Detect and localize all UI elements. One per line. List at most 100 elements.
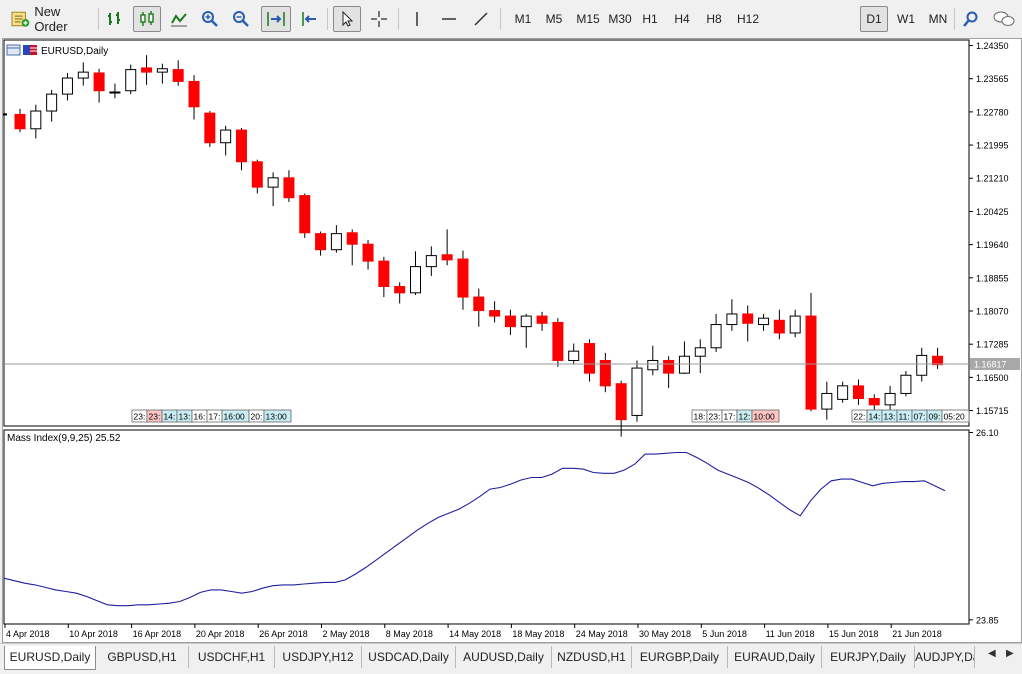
tab-usdjpy-h12[interactable]: USDJPY,H12 [275, 646, 362, 668]
candle [330, 225, 342, 253]
timeframe-m30-button[interactable]: M30 [604, 6, 636, 32]
crosshair-tool-button[interactable] [365, 6, 393, 32]
tab-audusd-daily[interactable]: AUDUSD,Daily [456, 646, 552, 668]
event-marker[interactable]: 17: [721, 409, 738, 423]
chart-shift-button[interactable] [295, 6, 323, 32]
chart-shift-icon [302, 12, 316, 26]
toolbar-separator [500, 8, 501, 30]
time-axis-label: 8 May 2018 [386, 629, 433, 639]
zoom-out-button[interactable] [228, 6, 254, 32]
tab-scroll-right-icon[interactable]: ▶ [1006, 648, 1014, 659]
candle-body [552, 321, 564, 361]
tab-scroll-left-icon[interactable]: ◀ [988, 648, 996, 659]
event-marker[interactable]: 20: [248, 409, 265, 423]
mass-index-line [3, 451, 946, 607]
tab-audjpy-daily[interactable]: AUDJPY,Daily [915, 646, 975, 668]
search-button[interactable] [958, 6, 984, 32]
eu-us-flag-icon [23, 45, 37, 55]
timeframe-mn-button[interactable]: MN [924, 6, 952, 32]
event-marker[interactable]: 23: [706, 409, 723, 423]
event-marker[interactable]: 16: [191, 409, 208, 423]
vertical-line-button[interactable] [404, 6, 430, 32]
timeframe-h1-button[interactable]: H1 [636, 6, 664, 32]
chart-canvas[interactable]: 1.24350 1.23565 1.22780 1.21995 1.21210 1.204… [3, 39, 1021, 642]
time-axis-label: 5 Jun 2018 [702, 629, 747, 639]
candle [220, 125, 232, 156]
price-axis-label: 1.16500 [976, 373, 1009, 383]
trendline-button[interactable] [468, 6, 494, 32]
auto-scroll-button[interactable] [261, 6, 291, 32]
event-marker-label: 17: [209, 412, 221, 422]
timeframe-m15-button[interactable]: M15 [572, 6, 604, 32]
candle [852, 379, 864, 405]
trendline-icon [474, 12, 488, 26]
tab-usdchf-h1[interactable]: USDCHF,H1 [189, 646, 275, 668]
event-marker[interactable]: 12: [736, 409, 753, 423]
timeframe-m5-button[interactable]: M5 [540, 6, 568, 32]
candle-body [330, 233, 342, 251]
event-marker[interactable]: 05:20 [941, 409, 970, 423]
candle [46, 89, 58, 122]
candle-body [30, 110, 42, 130]
candle-body [821, 392, 833, 410]
price-axis-label: 1.19640 [976, 240, 1009, 250]
candle-body [489, 310, 501, 317]
time-axis-label: 24 May 2018 [576, 629, 628, 639]
event-marker-label: 07: [914, 412, 926, 422]
timeframe-m1-button[interactable]: M1 [509, 6, 537, 32]
event-marker[interactable]: 11: [896, 409, 913, 423]
cursor-tool-button[interactable] [333, 6, 361, 32]
candle [568, 343, 580, 365]
tab-nzdusd-h1[interactable]: NZDUSD,H1 [552, 646, 632, 668]
candle [125, 64, 137, 95]
chart-window[interactable]: 1.24350 1.23565 1.22780 1.21995 1.21210 1.204… [2, 38, 1022, 643]
horizontal-line-button[interactable] [436, 6, 462, 32]
event-marker[interactable]: 16:00 [221, 409, 250, 423]
tab-gbpusd-h1[interactable]: GBPUSD,H1 [96, 646, 189, 668]
tab-eurgbp-daily[interactable]: EURGBP,Daily [632, 646, 728, 668]
current-price-label: 1.16817 [974, 359, 1007, 369]
tab-eurusd-daily[interactable]: EURUSD,Daily [4, 646, 96, 670]
candle [742, 305, 754, 342]
candle [710, 313, 722, 353]
event-marker[interactable]: 10:00 [751, 409, 780, 423]
tab-eurjpy-daily[interactable]: EURJPY,Daily [822, 646, 915, 668]
timeframe-d1-button[interactable]: D1 [860, 6, 888, 32]
timeframe-w1-button[interactable]: W1 [892, 6, 920, 32]
auto-scroll-icon [267, 12, 285, 26]
event-marker[interactable]: 23: [131, 409, 148, 423]
candle [615, 380, 627, 437]
event-marker-label: 10:00 [754, 412, 776, 422]
candle [837, 381, 849, 403]
event-marker[interactable]: 23: [146, 409, 163, 423]
event-marker[interactable]: 18: [691, 409, 708, 423]
candle-body [868, 398, 880, 406]
event-marker[interactable]: 07: [911, 409, 928, 423]
event-marker[interactable]: 14: [866, 409, 883, 423]
tab-euraud-daily[interactable]: EURAUD,Daily [728, 646, 822, 668]
new-order-button[interactable]: New Order [8, 4, 96, 34]
candle [346, 229, 358, 266]
zoom-in-button[interactable] [197, 6, 223, 32]
candlestick-chart-button[interactable] [133, 6, 161, 32]
chat-button[interactable] [989, 6, 1019, 32]
line-chart-button[interactable] [166, 6, 192, 32]
event-marker[interactable]: 17: [206, 409, 223, 423]
event-marker[interactable]: 13: [176, 409, 193, 423]
tab-usdcad-daily[interactable]: USDCAD,Daily [362, 646, 456, 668]
event-marker[interactable]: 13:00 [263, 409, 292, 423]
chart-window-icon [6, 44, 21, 56]
event-marker[interactable]: 09: [926, 409, 943, 423]
time-axis-label: 15 Jun 2018 [829, 629, 879, 639]
bar-chart-button[interactable] [102, 6, 128, 32]
timeframe-h4-button[interactable]: H4 [668, 6, 696, 32]
event-marker[interactable]: 14: [161, 409, 178, 423]
time-axis-label: 26 Apr 2018 [259, 629, 308, 639]
candle-body [805, 315, 817, 410]
candle-body [758, 317, 770, 326]
event-marker[interactable]: 13: [881, 409, 898, 423]
event-marker-label: 13: [179, 412, 191, 422]
timeframe-h8-button[interactable]: H8 [700, 6, 728, 32]
event-marker[interactable]: 22: [851, 409, 868, 423]
timeframe-h12-button[interactable]: H12 [732, 6, 764, 32]
